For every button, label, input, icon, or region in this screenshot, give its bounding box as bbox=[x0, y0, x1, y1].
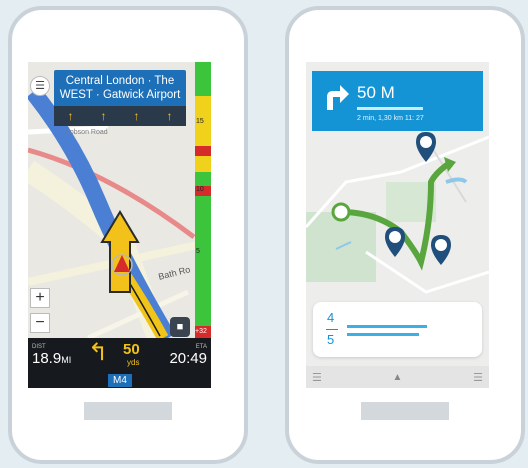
distance-value: 18.9 bbox=[32, 350, 62, 367]
maneuver-distance: 50 M bbox=[357, 83, 395, 102]
left-menu-icon[interactable]: ☰ bbox=[312, 371, 322, 384]
hamburger-icon: ☰ bbox=[35, 80, 45, 92]
card-progress-line bbox=[347, 333, 419, 336]
navigation-bottom-bar: DIST 18.9MI ↰ 50 yds ETA 20:49 M4 bbox=[28, 338, 211, 388]
turn-distance-value: 50 bbox=[123, 341, 140, 358]
home-button[interactable] bbox=[84, 402, 172, 420]
poi-pin-icon bbox=[385, 227, 405, 257]
route-destination-line2: WEST · Gatwick Airport bbox=[59, 89, 181, 101]
eta-value: 20:49 bbox=[169, 350, 207, 367]
expand-up-icon[interactable]: ▲ bbox=[393, 372, 403, 383]
turn-distance-unit: yds bbox=[127, 358, 140, 367]
minus-icon: − bbox=[35, 314, 45, 331]
card-denominator: 5 bbox=[327, 332, 335, 347]
fraction-divider bbox=[326, 329, 338, 330]
traffic-marker: 10 bbox=[196, 186, 204, 193]
card-progress-line bbox=[347, 325, 427, 328]
route-eta: 2 min, 1,30 km 11: 27 bbox=[357, 115, 424, 122]
lane-arrow-icon: ↑ bbox=[67, 109, 74, 123]
turn-right-icon bbox=[327, 85, 349, 110]
zoom-in-button[interactable]: + bbox=[30, 288, 50, 308]
distance-block: DIST 18.9MI bbox=[32, 344, 71, 368]
maneuver-progress bbox=[357, 107, 423, 110]
right-menu-icon[interactable]: ☰ bbox=[473, 371, 483, 384]
zoom-out-button[interactable]: − bbox=[30, 313, 50, 333]
navigation-banner[interactable]: 50 M 2 min, 1,30 km 11: 27 bbox=[312, 71, 483, 131]
card-numerator: 4 bbox=[327, 310, 335, 325]
lane-arrow-icon: ↑ bbox=[100, 109, 107, 123]
turn-left-icon: ↰ bbox=[88, 339, 109, 366]
camera-icon: ■ bbox=[176, 321, 184, 333]
eta-block: ETA 20:49 bbox=[169, 344, 207, 368]
plus-icon: + bbox=[35, 289, 45, 306]
bottom-navigation: ☰ ▲ ☰ bbox=[306, 366, 489, 388]
camera-button[interactable]: ■ bbox=[170, 317, 190, 337]
road-label-lobson: Lobson Road bbox=[66, 129, 108, 136]
distance-unit: MI bbox=[61, 355, 72, 365]
poi-pin-icon bbox=[416, 132, 436, 162]
home-button[interactable] bbox=[361, 402, 449, 420]
next-turn-box: ↰ 50 yds bbox=[85, 338, 155, 370]
traffic-marker: 15 bbox=[196, 118, 204, 125]
map-screen-left: Lobson Road Bath Ro Central London · The… bbox=[28, 62, 211, 388]
lane-arrow-icon: ↑ bbox=[133, 109, 140, 123]
info-card[interactable]: 4 5 bbox=[313, 302, 482, 357]
route-start-icon bbox=[331, 202, 351, 222]
traffic-marker: 5 bbox=[196, 248, 200, 255]
map-screen-right: 50 M 2 min, 1,30 km 11: 27 4 5 ☰ ▲ ☰ bbox=[306, 62, 489, 388]
lane-guidance: ↑ ↑ ↑ ↑ bbox=[54, 106, 186, 126]
traffic-bar: 15 10 5 +32 bbox=[195, 62, 211, 338]
route-destination-line1: Central London · The bbox=[65, 75, 175, 87]
poi-pin-icon bbox=[431, 235, 451, 265]
menu-button[interactable]: ☰ bbox=[30, 76, 50, 96]
road-sign: M4 bbox=[108, 374, 132, 387]
route-banner[interactable]: Central London · The WEST · Gatwick Airp… bbox=[54, 70, 186, 126]
traffic-marker: +32 bbox=[195, 328, 207, 335]
lane-arrow-icon: ↑ bbox=[166, 109, 173, 123]
